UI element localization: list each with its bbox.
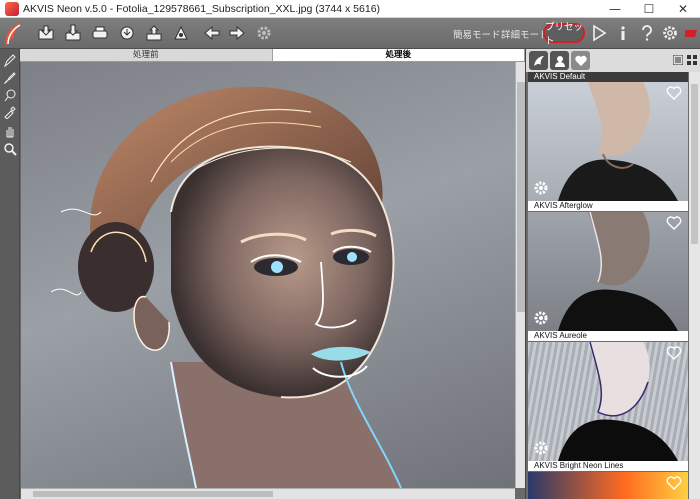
preset-settings-gear-icon[interactable] (533, 180, 549, 196)
open-icon[interactable] (35, 22, 57, 44)
preset-default[interactable]: AKVIS Default (528, 72, 688, 82)
user-presets-tab-icon[interactable] (550, 51, 569, 70)
neon-portrait-image (50, 86, 402, 488)
maximize-button[interactable]: ☐ (632, 0, 666, 18)
favorite-heart-icon[interactable] (666, 346, 682, 360)
settings-gear-icon[interactable] (253, 22, 275, 44)
upload-icon[interactable] (143, 22, 165, 44)
presets-button[interactable]: プリセット (543, 22, 585, 47)
preset-thumbnail (528, 212, 688, 331)
scroll-thumb[interactable] (33, 491, 273, 497)
help-icon[interactable] (636, 22, 658, 44)
akvis-logo (5, 22, 23, 46)
image-canvas[interactable] (21, 62, 515, 488)
tab-before[interactable]: 処理前 (20, 49, 273, 61)
preset-afterglow[interactable]: AKVIS Afterglow (528, 82, 688, 211)
preset-label: AKVIS Bright Neon Lines (528, 461, 688, 471)
favorites-tab-icon[interactable] (571, 51, 590, 70)
preset-label: AKVIS Default (528, 72, 688, 82)
main-toolbar: 簡易モード 詳細モード プリセット (0, 18, 700, 49)
list-view-icon[interactable] (672, 54, 684, 66)
tool-panel (0, 49, 20, 499)
advanced-mode-link[interactable]: 詳細モード (501, 27, 549, 41)
undo-arrow-icon[interactable] (201, 22, 223, 44)
preset-thumbnail (528, 342, 688, 461)
preset-label: AKVIS Afterglow (528, 201, 688, 211)
scroll-thumb[interactable] (517, 82, 525, 312)
minimize-button[interactable]: — (598, 0, 632, 18)
preset-thumbnail (528, 472, 688, 499)
share-icon[interactable] (116, 22, 138, 44)
favorite-heart-icon[interactable] (666, 476, 682, 490)
all-presets-tab-icon[interactable] (529, 51, 548, 70)
preset-aureole[interactable]: AKVIS Aureole (528, 212, 688, 341)
batch-icon[interactable] (170, 22, 192, 44)
print-icon[interactable] (89, 22, 111, 44)
title-bar: AKVIS Neon v.5.0 - Fotolia_129578661_Sub… (0, 0, 700, 18)
grid-view-icon[interactable] (686, 54, 698, 66)
pencil-tool-icon[interactable] (2, 53, 18, 69)
preset-next[interactable] (528, 472, 688, 499)
canvas-vertical-scrollbar[interactable] (515, 62, 525, 488)
simple-mode-link[interactable]: 簡易モード (453, 27, 501, 41)
preset-thumbnail (528, 82, 688, 201)
presets-panel: AKVIS Default AKVIS Afterglow AKVIS Aure… (525, 49, 700, 499)
stop-icon[interactable] (680, 22, 700, 44)
brush-tool-icon[interactable] (2, 70, 18, 86)
preset-settings-gear-icon[interactable] (533, 310, 549, 326)
favorite-heart-icon[interactable] (666, 216, 682, 230)
presets-scrollbar[interactable] (689, 72, 700, 499)
scroll-thumb[interactable] (691, 84, 698, 244)
preset-label: AKVIS Aureole (528, 331, 688, 341)
preset-bright-neon-lines[interactable]: AKVIS Bright Neon Lines (528, 342, 688, 471)
zoom-tool-icon[interactable] (2, 141, 18, 157)
dropper-tool-icon[interactable] (2, 104, 18, 120)
info-icon[interactable] (612, 22, 634, 44)
window-title: AKVIS Neon v.5.0 - Fotolia_129578661_Sub… (23, 2, 381, 15)
run-icon[interactable] (588, 22, 610, 44)
redo-arrow-icon[interactable] (226, 22, 248, 44)
presets-panel-header (526, 49, 700, 72)
favorite-heart-icon[interactable] (666, 86, 682, 100)
save-icon[interactable] (62, 22, 84, 44)
preset-settings-gear-icon[interactable] (533, 440, 549, 456)
app-icon (5, 1, 19, 16)
eraser-tool-icon[interactable] (2, 87, 18, 103)
close-button[interactable]: ✕ (666, 0, 700, 18)
preferences-icon[interactable] (659, 22, 681, 44)
canvas-horizontal-scrollbar[interactable] (21, 488, 515, 499)
hand-tool-icon[interactable] (2, 123, 18, 139)
view-tabs: 処理前 処理後 (20, 49, 525, 62)
tab-after[interactable]: 処理後 (272, 49, 525, 61)
